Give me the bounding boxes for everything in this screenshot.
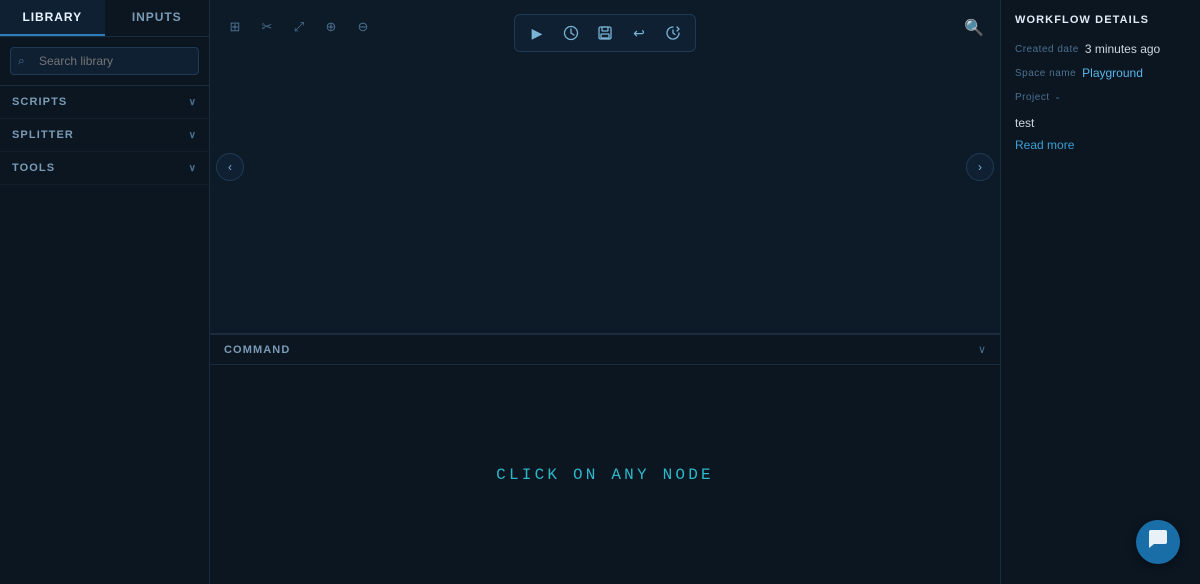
command-header: COMMAND ∨	[210, 335, 1000, 365]
chevron-scripts-icon: ∨	[189, 97, 197, 108]
project-row: Project -	[1015, 90, 1186, 104]
top-toolbar: ▶ ↩	[514, 14, 696, 52]
command-panel: COMMAND ∨ CLICK ON ANY NODE	[210, 334, 1000, 584]
tab-inputs[interactable]: INPUTS	[105, 0, 210, 36]
schedule-button[interactable]	[555, 19, 587, 47]
created-date-label: Created date	[1015, 44, 1079, 55]
chevron-right-icon: ›	[978, 160, 982, 174]
nav-left-button[interactable]: ‹	[216, 153, 244, 181]
zoom-out-button[interactable]: ⊖	[350, 14, 376, 40]
created-date-value: 3 minutes ago	[1085, 42, 1160, 56]
chevron-tools-icon: ∨	[189, 163, 197, 174]
zoom-in-button[interactable]: ⊕	[318, 14, 344, 40]
main-area: ⊞ ✂ ⤢ ⊕ ⊖ ▶ ↩	[210, 0, 1000, 584]
command-title: COMMAND	[224, 344, 290, 356]
section-splitter[interactable]: SPLITTER ∨	[0, 119, 209, 152]
nav-right-button[interactable]: ›	[966, 153, 994, 181]
search-input[interactable]	[10, 47, 199, 75]
command-body: CLICK ON ANY NODE	[210, 365, 1000, 584]
right-panel: WORKFLOW DETAILS Created date 3 minutes …	[1000, 0, 1200, 584]
save-button[interactable]	[589, 19, 621, 47]
description-section: test Read more	[1015, 116, 1186, 154]
workflow-details-title: WORKFLOW DETAILS	[1015, 14, 1186, 26]
chevron-left-icon: ‹	[228, 160, 232, 174]
section-scripts[interactable]: SCRIPTS ∨	[0, 86, 209, 119]
grid-button[interactable]: ⊞	[222, 14, 248, 40]
chat-icon	[1147, 528, 1169, 556]
history-button[interactable]	[657, 19, 689, 47]
read-more-link[interactable]: Read more	[1015, 138, 1074, 152]
expand-button[interactable]: ⤢	[286, 14, 312, 40]
scissors-button[interactable]: ✂	[254, 14, 280, 40]
search-container: ⌕	[0, 37, 209, 86]
undo-button[interactable]: ↩	[623, 19, 655, 47]
project-dash: -	[1056, 90, 1060, 104]
project-label: Project	[1015, 92, 1050, 103]
search-icon: ⌕	[18, 54, 25, 69]
canvas-controls-topright: 🔍	[960, 14, 988, 42]
search-wrapper: ⌕	[10, 47, 199, 75]
space-name-value[interactable]: Playground	[1082, 66, 1143, 80]
tab-library[interactable]: LIBRARY	[0, 0, 105, 36]
section-tools[interactable]: TOOLS ∨	[0, 152, 209, 185]
canvas-controls-topleft: ⊞ ✂ ⤢ ⊕ ⊖	[222, 14, 376, 40]
chat-button[interactable]	[1136, 520, 1180, 564]
space-name-row: Space name Playground	[1015, 66, 1186, 80]
description-text: test	[1015, 116, 1186, 130]
canvas-area[interactable]: ⊞ ✂ ⤢ ⊕ ⊖ ▶ ↩	[210, 0, 1000, 334]
click-node-hint: CLICK ON ANY NODE	[496, 466, 714, 484]
sidebar: LIBRARY INPUTS ⌕ SCRIPTS ∨ SPLITTER ∨ TO…	[0, 0, 210, 584]
canvas-search-button[interactable]: 🔍	[960, 14, 988, 42]
chevron-command-icon[interactable]: ∨	[978, 343, 986, 356]
sidebar-tabs: LIBRARY INPUTS	[0, 0, 209, 37]
chevron-splitter-icon: ∨	[189, 130, 197, 141]
space-name-label: Space name	[1015, 68, 1076, 79]
play-button[interactable]: ▶	[521, 19, 553, 47]
created-date-row: Created date 3 minutes ago	[1015, 42, 1186, 56]
